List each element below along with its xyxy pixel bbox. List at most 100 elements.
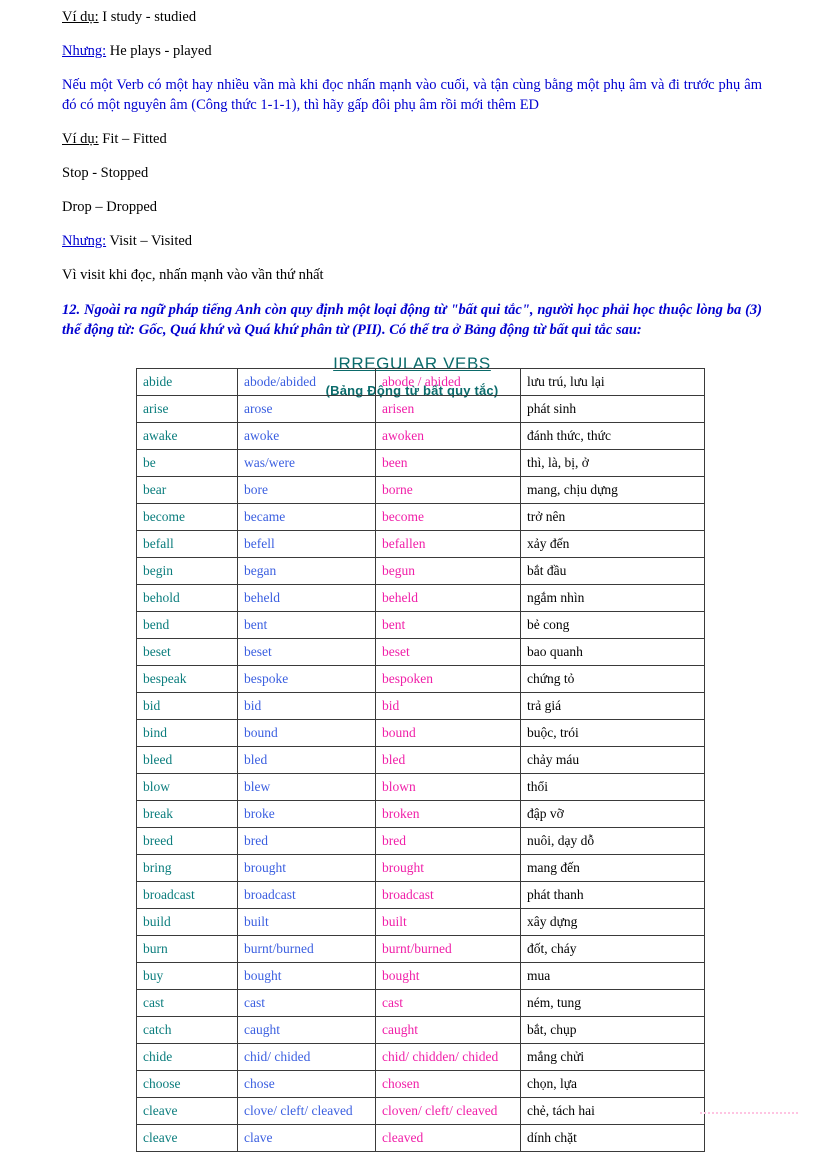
verb-past: began: [237, 557, 376, 585]
verb-past-participle: bred: [375, 827, 521, 855]
verb-meaning: ném, tung: [520, 989, 705, 1017]
verb-meaning: phát sinh: [520, 395, 705, 423]
verb-past: built: [237, 908, 376, 936]
verb-base: begin: [136, 557, 238, 585]
verb-meaning: mắng chửi: [520, 1043, 705, 1071]
verb-base: cleave: [136, 1124, 238, 1152]
verb-past-participle: beset: [375, 638, 521, 666]
rule-paragraph: Nếu một Verb có một hay nhiều vần mà khi…: [62, 77, 762, 113]
example-text-3: Fit – Fitted: [98, 130, 167, 147]
table-row: break broke broken đập vỡ: [136, 800, 705, 828]
table-row: choose chose chosen chọn, lựa: [136, 1070, 705, 1098]
table-row: arise arose arisen phát sinh: [136, 395, 705, 423]
verb-meaning: ngắm nhìn: [520, 584, 705, 612]
verb-meaning: thì, là, bị, ở: [520, 449, 705, 477]
verb-past-participle: bespoken: [375, 665, 521, 693]
verb-past: bore: [237, 476, 376, 504]
table-row: begin began begun bắt đầu: [136, 557, 705, 585]
verb-meaning: chẻ, tách hai: [520, 1097, 705, 1125]
verb-past-participle: built: [375, 908, 521, 936]
verb-past: burnt/burned: [237, 935, 376, 963]
verb-meaning: trả giá: [520, 692, 705, 720]
verb-base: be: [136, 449, 238, 477]
verb-base: bespeak: [136, 665, 238, 693]
verb-past-participle: brought: [375, 854, 521, 882]
verb-past-participle: chid/ chidden/ chided: [375, 1043, 521, 1071]
verb-past-participle: blown: [375, 773, 521, 801]
verb-past: bespoke: [237, 665, 376, 693]
verb-past: bid: [237, 692, 376, 720]
verb-base: beset: [136, 638, 238, 666]
verb-base: behold: [136, 584, 238, 612]
table-row: bid bid bid trả giá: [136, 692, 705, 720]
table-row: broadcast broadcast broadcast phát thanh: [136, 881, 705, 909]
verb-past-participle: bled: [375, 746, 521, 774]
verb-meaning: lưu trú, lưu lại: [520, 368, 705, 396]
verb-meaning: đốt, cháy: [520, 935, 705, 963]
verb-past: beheld: [237, 584, 376, 612]
verb-base: broadcast: [136, 881, 238, 909]
verb-past-participle: arisen: [375, 395, 521, 423]
page-footer-dotted-rule: [700, 1112, 798, 1116]
table-row: behold beheld beheld ngắm nhìn: [136, 584, 705, 612]
verb-base: bid: [136, 692, 238, 720]
verb-past: befell: [237, 530, 376, 558]
verb-meaning: mua: [520, 962, 705, 990]
table-row: burn burnt/burned burnt/burned đốt, cháy: [136, 935, 705, 963]
verb-past-participle: befallen: [375, 530, 521, 558]
table-row: cleave clove/ cleft/ cleaved cloven/ cleft…: [136, 1097, 705, 1125]
verb-base: buy: [136, 962, 238, 990]
document-content: Ví dụ: I study - studied Nhưng: He plays…: [62, 8, 762, 402]
table-row: cleave clave cleaved dính chặt: [136, 1124, 705, 1152]
verb-past: cast: [237, 989, 376, 1017]
example-text-2: He plays - played: [106, 43, 212, 60]
example-text-6: Visit – Visited: [106, 232, 193, 249]
example-line-2: Nhưng: He plays - played: [62, 42, 762, 62]
verb-base: become: [136, 503, 238, 531]
irregular-verbs-table-container: abide abode/abided abode / abided lưu trú, …: [136, 368, 705, 1152]
table-row: bring brought brought mang đến: [136, 854, 705, 882]
verb-past-participle: beheld: [375, 584, 521, 612]
table-row: cast cast cast ném, tung: [136, 989, 705, 1017]
example-label-1: Ví dụ:: [62, 9, 99, 25]
table-row: befall befell befallen xảy đến: [136, 530, 705, 558]
verb-past-participle: cast: [375, 989, 521, 1017]
verb-past-participle: borne: [375, 476, 521, 504]
verb-past-participle: cloven/ cleft/ cleaved: [375, 1097, 521, 1125]
example-line-3: Ví dụ: Fit – Fitted: [62, 130, 762, 150]
verb-meaning: xây dựng: [520, 908, 705, 936]
verb-past: chid/ chided: [237, 1043, 376, 1071]
verb-meaning: đập vỡ: [520, 800, 705, 828]
example-line-6: Nhưng: Visit – Visited: [62, 232, 762, 252]
verb-meaning: buộc, trói: [520, 719, 705, 747]
verb-past: beset: [237, 638, 376, 666]
verb-past: chose: [237, 1070, 376, 1098]
verb-meaning: phát thanh: [520, 881, 705, 909]
verb-past: abode/abided: [237, 368, 376, 396]
verb-past: brought: [237, 854, 376, 882]
table-row: become became become trở nên: [136, 503, 705, 531]
table-row: beset beset beset bao quanh: [136, 638, 705, 666]
table-row: bespeak bespoke bespoken chứng tỏ: [136, 665, 705, 693]
verb-past: blew: [237, 773, 376, 801]
but-label-1: Nhưng:: [62, 43, 107, 60]
verb-base: bear: [136, 476, 238, 504]
verb-base: catch: [136, 1016, 238, 1044]
verb-base: bend: [136, 611, 238, 639]
table-row: bend bent bent bẻ cong: [136, 611, 705, 639]
verb-base: build: [136, 908, 238, 936]
verb-meaning: nuôi, dạy dỗ: [520, 827, 705, 855]
verb-past-participle: bought: [375, 962, 521, 990]
verb-meaning: thổi: [520, 773, 705, 801]
table-row: chide chid/ chided chid/ chidden/ chided mắ…: [136, 1043, 705, 1071]
table-row: bear bore borne mang, chịu dựng: [136, 476, 705, 504]
example-line-7: Vì visit khi đọc, nhấn mạnh vào vần thứ …: [62, 267, 324, 283]
example-label-2: Ví dụ:: [62, 130, 99, 147]
verb-base: arise: [136, 395, 238, 423]
table-row: buy bought bought mua: [136, 962, 705, 990]
verb-meaning: dính chặt: [520, 1124, 705, 1152]
verb-base: cleave: [136, 1097, 238, 1125]
note-item-12: 12. Ngoài ra ngữ pháp tiếng Anh còn quy …: [62, 302, 762, 339]
verb-past: broke: [237, 800, 376, 828]
verb-base: break: [136, 800, 238, 828]
